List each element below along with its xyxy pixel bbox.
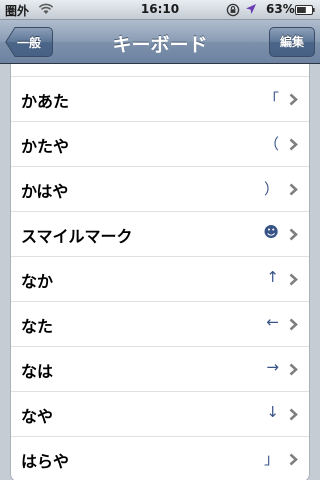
chevron-right-icon — [289, 228, 298, 241]
row-label: かあた — [21, 92, 70, 111]
row-value: → — [266, 358, 279, 376]
table-row[interactable]: スマイルマーク ☻ — [11, 212, 309, 257]
row-label: はらや — [21, 452, 70, 471]
location-icon — [246, 4, 256, 14]
chevron-right-icon — [289, 318, 298, 331]
row-value: 「 — [263, 90, 279, 108]
navigation-bar: 一般 キーボード 編集 — [0, 20, 320, 64]
row-label: なや — [21, 407, 54, 426]
table-row[interactable]: かはや ） — [11, 167, 309, 212]
orientation-lock-icon — [226, 3, 240, 17]
table-row-partial — [11, 64, 309, 77]
row-label: かたや — [21, 137, 70, 156]
table-row[interactable]: かあた 「 — [11, 77, 309, 122]
row-value: ） — [263, 180, 279, 198]
row-value: ↑ — [266, 268, 279, 286]
table-row[interactable]: なた ← — [11, 302, 309, 347]
row-value: （ — [263, 135, 279, 153]
row-label: なか — [21, 272, 54, 291]
row-value: 」 — [263, 450, 279, 468]
page-title: キーボード — [112, 34, 208, 56]
edit-button[interactable]: 編集 — [269, 27, 315, 57]
content-area[interactable]: かあた 「 かたや （ かはや ） スマイルマーク ☻ なか ↑ なた ← なは… — [0, 64, 320, 480]
table-row[interactable]: なや ↓ — [11, 392, 309, 437]
chevron-right-icon — [289, 408, 298, 421]
battery-icon — [295, 5, 315, 15]
table-row[interactable]: なか ↑ — [11, 257, 309, 302]
chevron-right-icon — [289, 93, 298, 106]
status-bar: 圏外 16:10 63% — [0, 0, 320, 20]
row-value: ☻ — [263, 223, 279, 241]
row-value: ← — [266, 313, 279, 331]
back-button-label: 一般 — [17, 36, 42, 50]
chevron-right-icon — [289, 453, 298, 466]
chevron-right-icon — [289, 183, 298, 196]
row-label: かはや — [21, 182, 69, 201]
chevron-right-icon — [289, 363, 298, 376]
table-row[interactable]: はらや 」 — [11, 437, 309, 480]
back-button[interactable]: 一般 — [5, 27, 53, 57]
row-label: スマイルマーク — [21, 227, 133, 246]
row-value: ↓ — [266, 403, 279, 421]
battery-percent: 63% — [266, 2, 295, 16]
table-row[interactable]: かたや （ — [11, 122, 309, 167]
row-label: なは — [21, 362, 54, 381]
chevron-right-icon — [289, 273, 298, 286]
chevron-right-icon — [289, 138, 298, 151]
table-row[interactable]: なは → — [11, 347, 309, 392]
row-label: なた — [21, 317, 54, 336]
settings-group: かあた 「 かたや （ かはや ） スマイルマーク ☻ なか ↑ なた ← なは… — [10, 64, 310, 480]
